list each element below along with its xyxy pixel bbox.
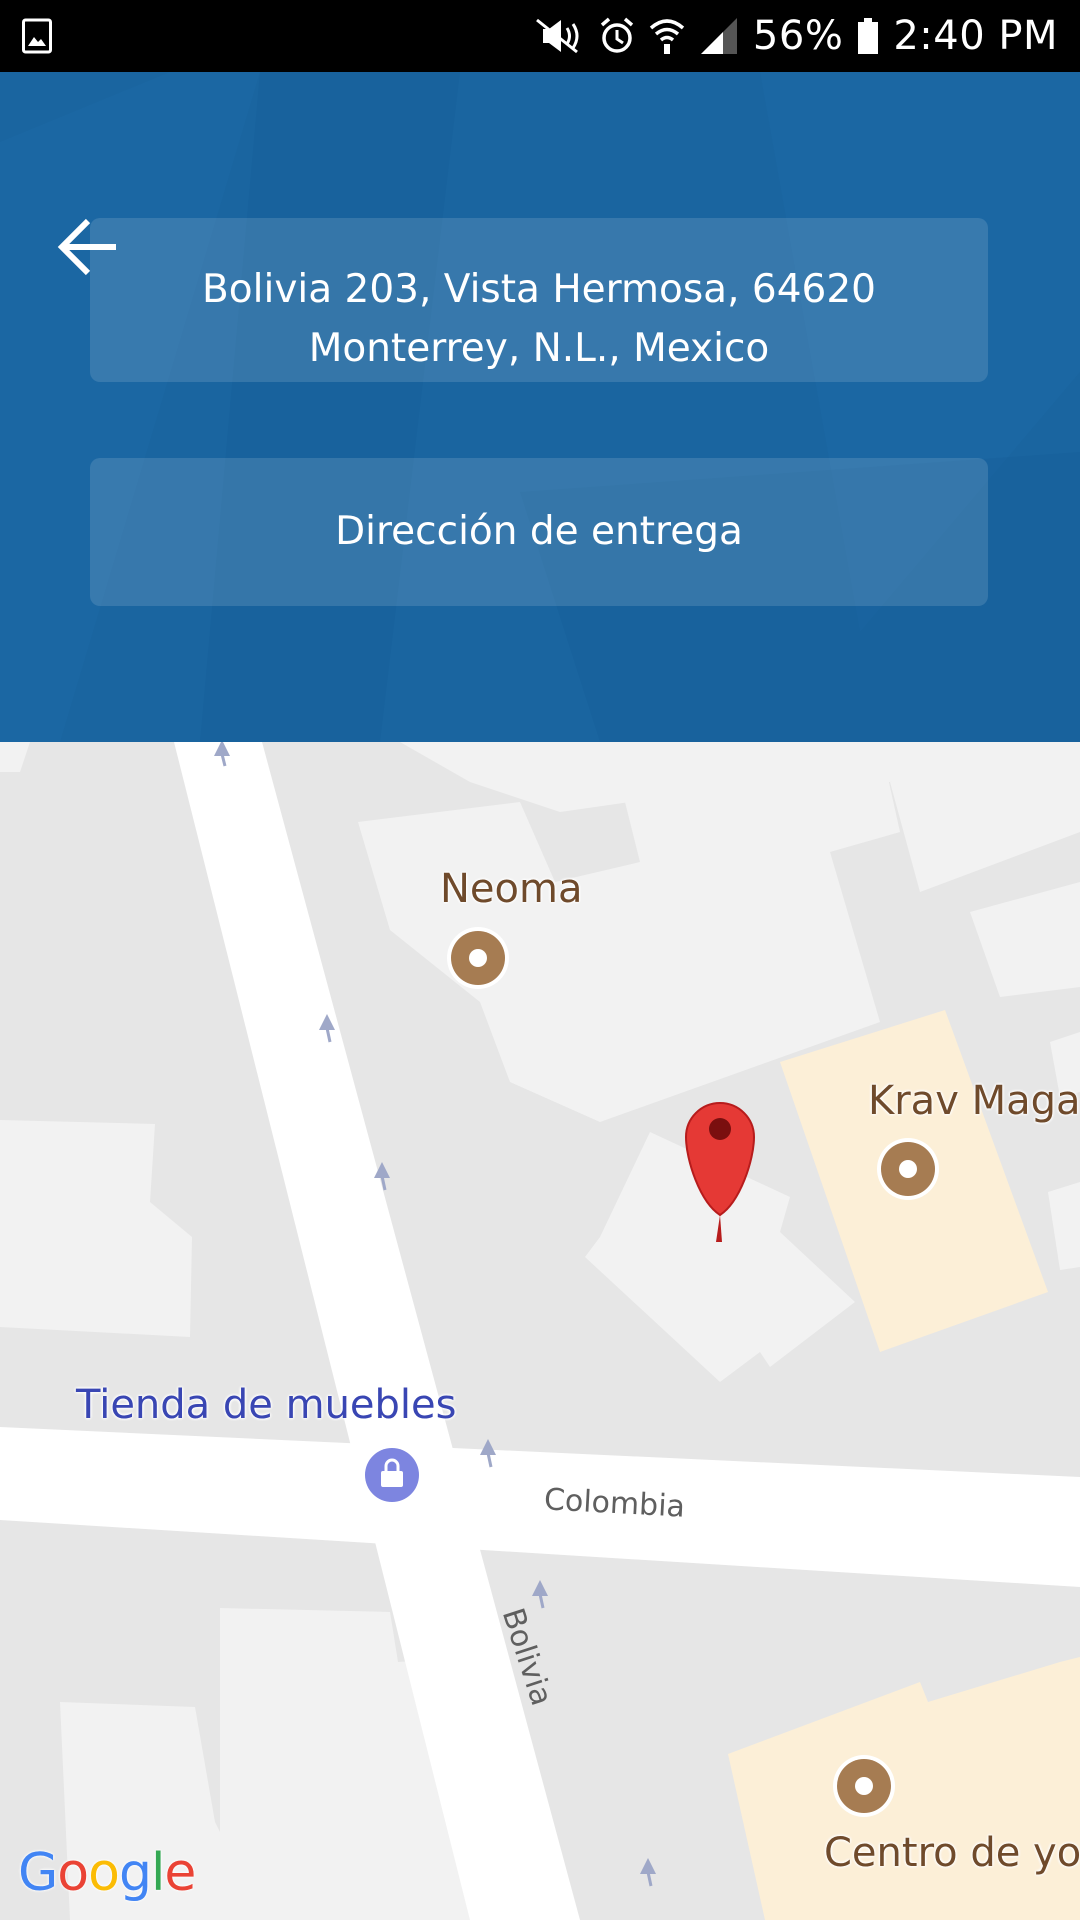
street-label-colombia: Colombia xyxy=(543,1482,686,1525)
address-line-2: Monterrey, N.L., Mexico xyxy=(308,326,770,371)
poi-pin-tienda-de-muebles[interactable] xyxy=(361,1444,423,1506)
wifi-icon xyxy=(649,19,685,54)
header-background-pattern xyxy=(0,72,1080,742)
delivery-address-button[interactable]: Dirección de entrega xyxy=(90,458,988,606)
map-canvas xyxy=(0,742,1080,1920)
map-view[interactable]: Neoma Krav Maga Tienda de muebles Centro… xyxy=(0,742,1080,1920)
address-field[interactable]: Bolivia 203, Vista Hermosa, 64620 Monter… xyxy=(90,218,988,382)
clock: 2:40 PM xyxy=(893,13,1058,59)
address-header: Bolivia 203, Vista Hermosa, 64620 Monter… xyxy=(0,72,1080,742)
signal-icon xyxy=(700,18,737,54)
poi-pin-krav-maga[interactable] xyxy=(877,1138,939,1200)
poi-label-centro-de-yoga[interactable]: Centro de yog xyxy=(824,1830,1080,1876)
poi-label-tienda-de-muebles[interactable]: Tienda de muebles xyxy=(76,1382,457,1428)
poi-label-krav-maga[interactable]: Krav Maga xyxy=(868,1078,1080,1124)
poi-label-neoma[interactable]: Neoma xyxy=(440,866,582,912)
mute-icon xyxy=(535,18,579,54)
address-line-1: Bolivia 203, Vista Hermosa, 64620 xyxy=(202,267,876,312)
gallery-icon xyxy=(22,18,52,54)
google-logo: Google xyxy=(18,1843,196,1903)
battery-icon xyxy=(858,18,879,54)
status-bar: 56% 2:40 PM xyxy=(0,0,1080,72)
battery-percent: 56% xyxy=(752,13,844,59)
poi-pin-centro-de-yoga[interactable] xyxy=(833,1755,895,1817)
alarm-icon xyxy=(600,17,634,53)
poi-pin-neoma[interactable] xyxy=(447,927,509,989)
